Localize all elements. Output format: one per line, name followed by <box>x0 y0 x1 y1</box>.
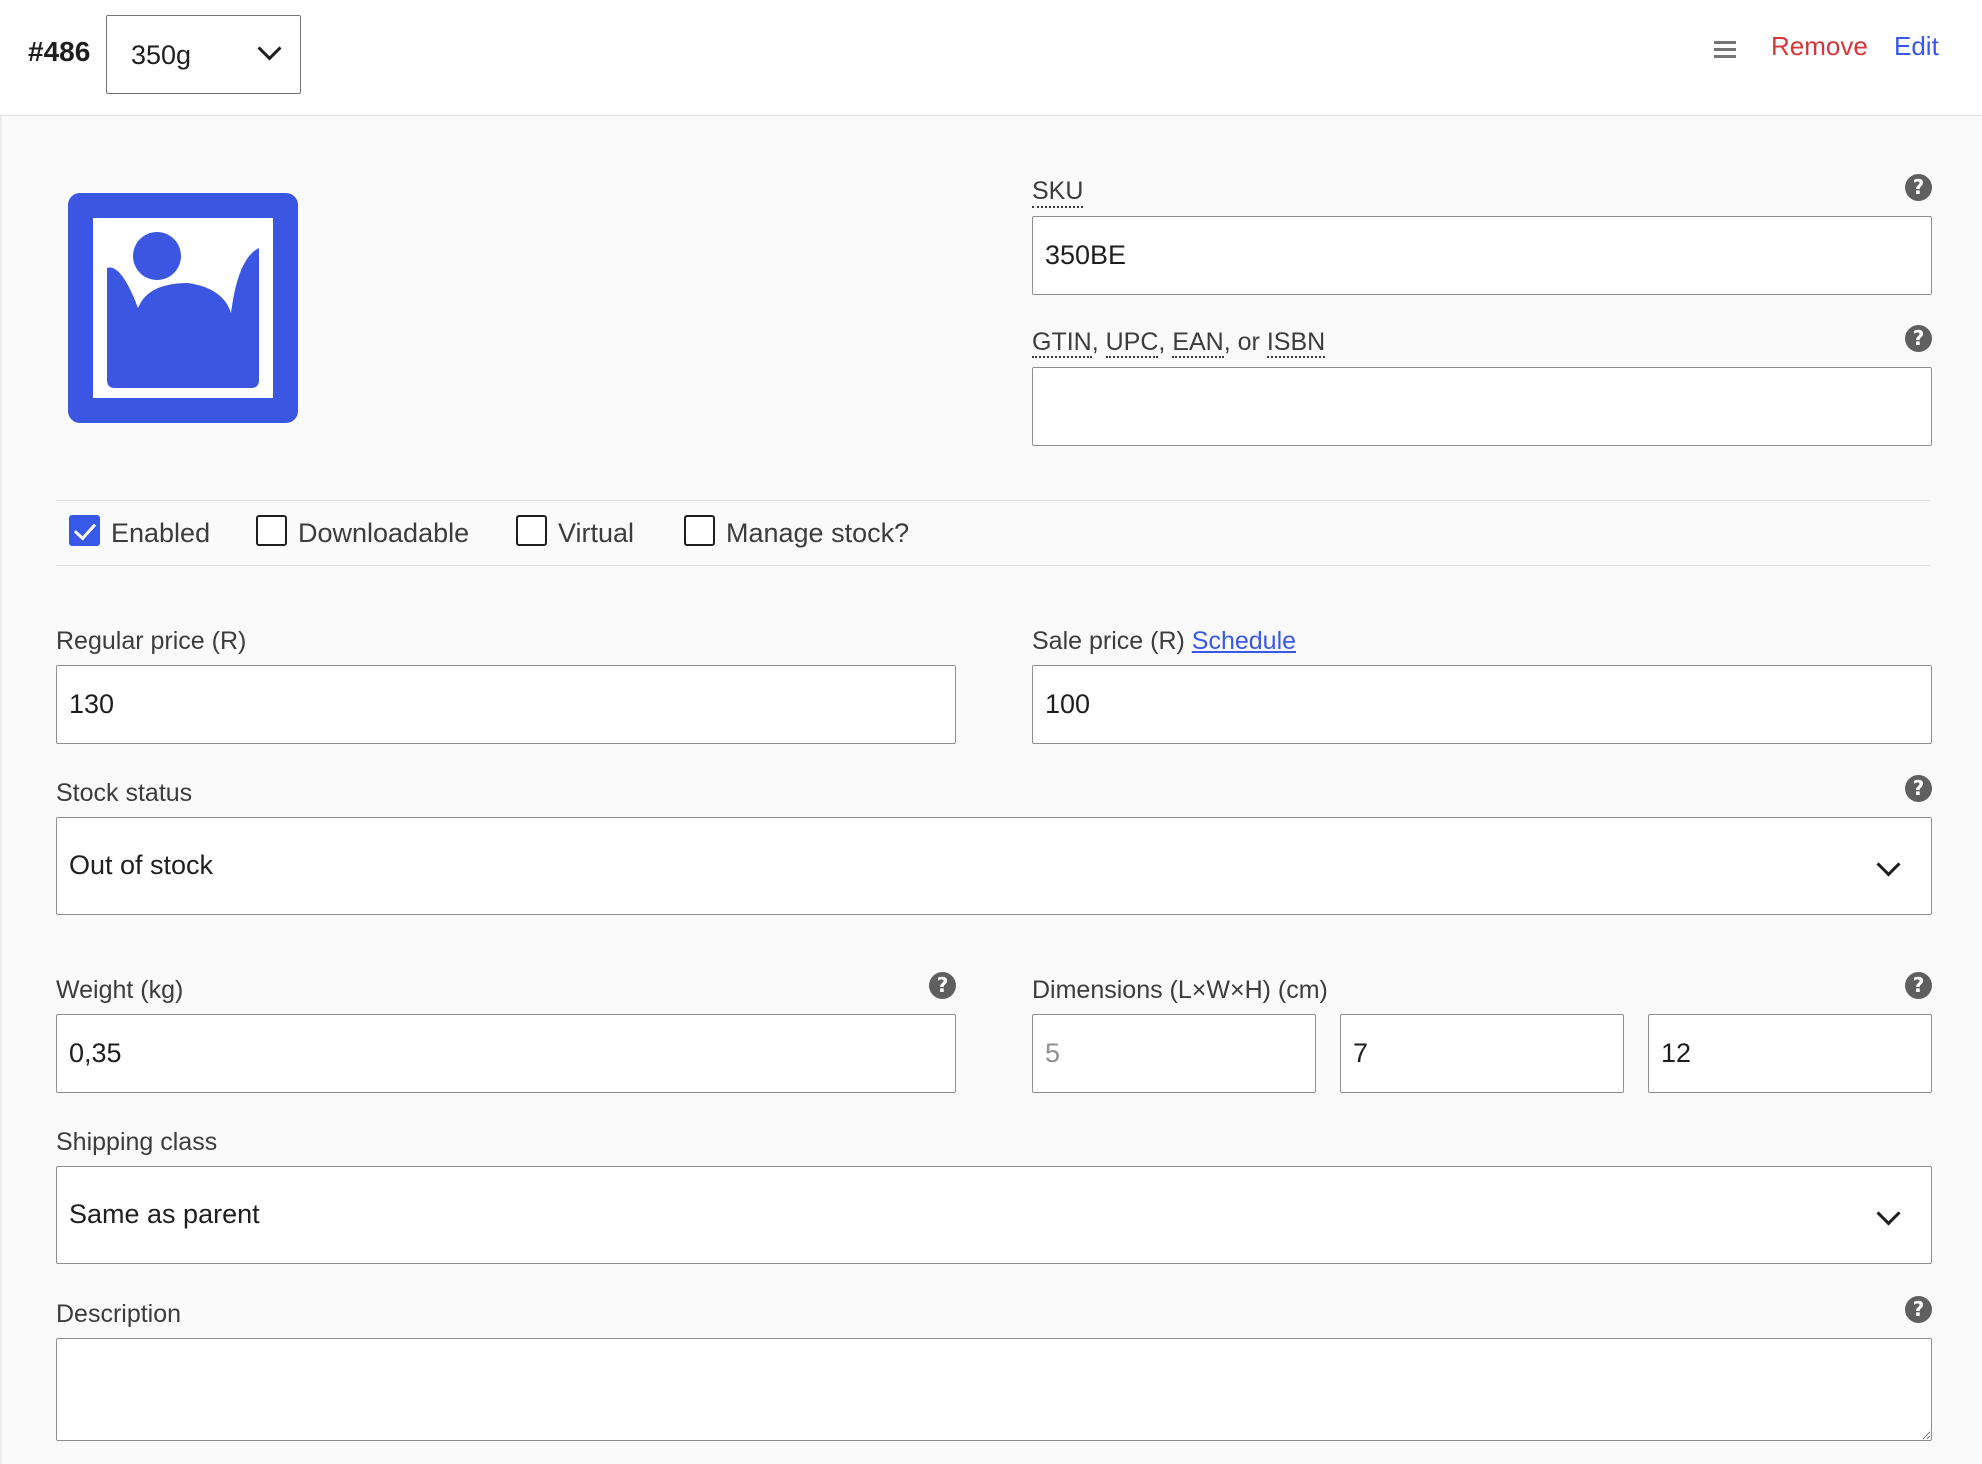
downloadable-label: Downloadable <box>298 518 470 548</box>
weight-help-icon[interactable]: ? <box>929 972 956 999</box>
description-textarea[interactable] <box>56 1338 1932 1441</box>
height-input[interactable]: 12 <box>1648 1014 1932 1093</box>
regular-price-input[interactable]: 130 <box>56 665 956 744</box>
variation-attribute-select[interactable]: 350g <box>106 15 301 94</box>
variation-attribute-value: 350g <box>131 40 192 70</box>
description-label: Description <box>56 1300 182 1328</box>
description-help-icon[interactable]: ? <box>1905 1296 1932 1323</box>
gtin-label: GTIN, UPC, EAN, or ISBN <box>1032 328 1326 358</box>
enabled-checkbox[interactable] <box>69 515 100 546</box>
weight-input[interactable]: 0,35 <box>56 1014 956 1093</box>
chevron-down-icon <box>1876 852 1901 877</box>
gtin-help-icon[interactable]: ? <box>1905 325 1932 352</box>
dimensions-help-icon[interactable]: ? <box>1905 972 1932 999</box>
dimensions-label: Dimensions (L×W×H) (cm) <box>1032 976 1328 1004</box>
shipping-class-select[interactable]: Same as parent <box>56 1166 1932 1264</box>
manage-stock-label: Manage stock? <box>726 518 910 548</box>
sku-label: SKU <box>1032 177 1084 208</box>
shipping-class-value: Same as parent <box>69 1199 260 1229</box>
sale-price-input[interactable]: 100 <box>1032 665 1932 744</box>
sale-price-label: Sale price (R) Schedule <box>1032 627 1297 655</box>
downloadable-checkbox[interactable] <box>256 515 287 546</box>
gtin-input[interactable] <box>1032 367 1932 446</box>
manage-stock-checkbox[interactable] <box>684 515 715 546</box>
shipping-class-label: Shipping class <box>56 1128 218 1156</box>
virtual-checkbox[interactable] <box>516 515 547 546</box>
variation-header[interactable]: #486 350g Remove Edit <box>0 0 1982 116</box>
width-input[interactable]: 7 <box>1340 1014 1624 1093</box>
options-divider-bottom <box>56 565 1931 566</box>
chevron-down-icon <box>257 36 282 61</box>
regular-price-label: Regular price (R) <box>56 627 247 655</box>
variation-image-button[interactable] <box>68 193 298 423</box>
image-placeholder-icon <box>93 218 273 398</box>
drag-handle-icon[interactable] <box>1714 41 1736 62</box>
length-input[interactable]: 5 <box>1032 1014 1316 1093</box>
sku-help-icon[interactable]: ? <box>1905 174 1932 201</box>
stock-status-select[interactable]: Out of stock <box>56 817 1932 915</box>
variation-id: #486 <box>28 36 91 67</box>
stock-status-value: Out of stock <box>69 850 214 880</box>
enabled-label: Enabled <box>111 518 211 548</box>
virtual-label: Virtual <box>558 518 635 548</box>
sku-input[interactable]: 350BE <box>1032 216 1932 295</box>
stock-status-label: Stock status <box>56 779 193 807</box>
stock-status-help-icon[interactable]: ? <box>1905 775 1932 802</box>
chevron-down-icon <box>1876 1201 1901 1226</box>
options-divider-top <box>56 500 1931 501</box>
edit-variation-link[interactable]: Edit <box>1894 31 1939 62</box>
weight-label: Weight (kg) <box>56 976 184 1004</box>
remove-variation-link[interactable]: Remove <box>1771 31 1868 62</box>
schedule-link[interactable]: Schedule <box>1192 627 1296 655</box>
